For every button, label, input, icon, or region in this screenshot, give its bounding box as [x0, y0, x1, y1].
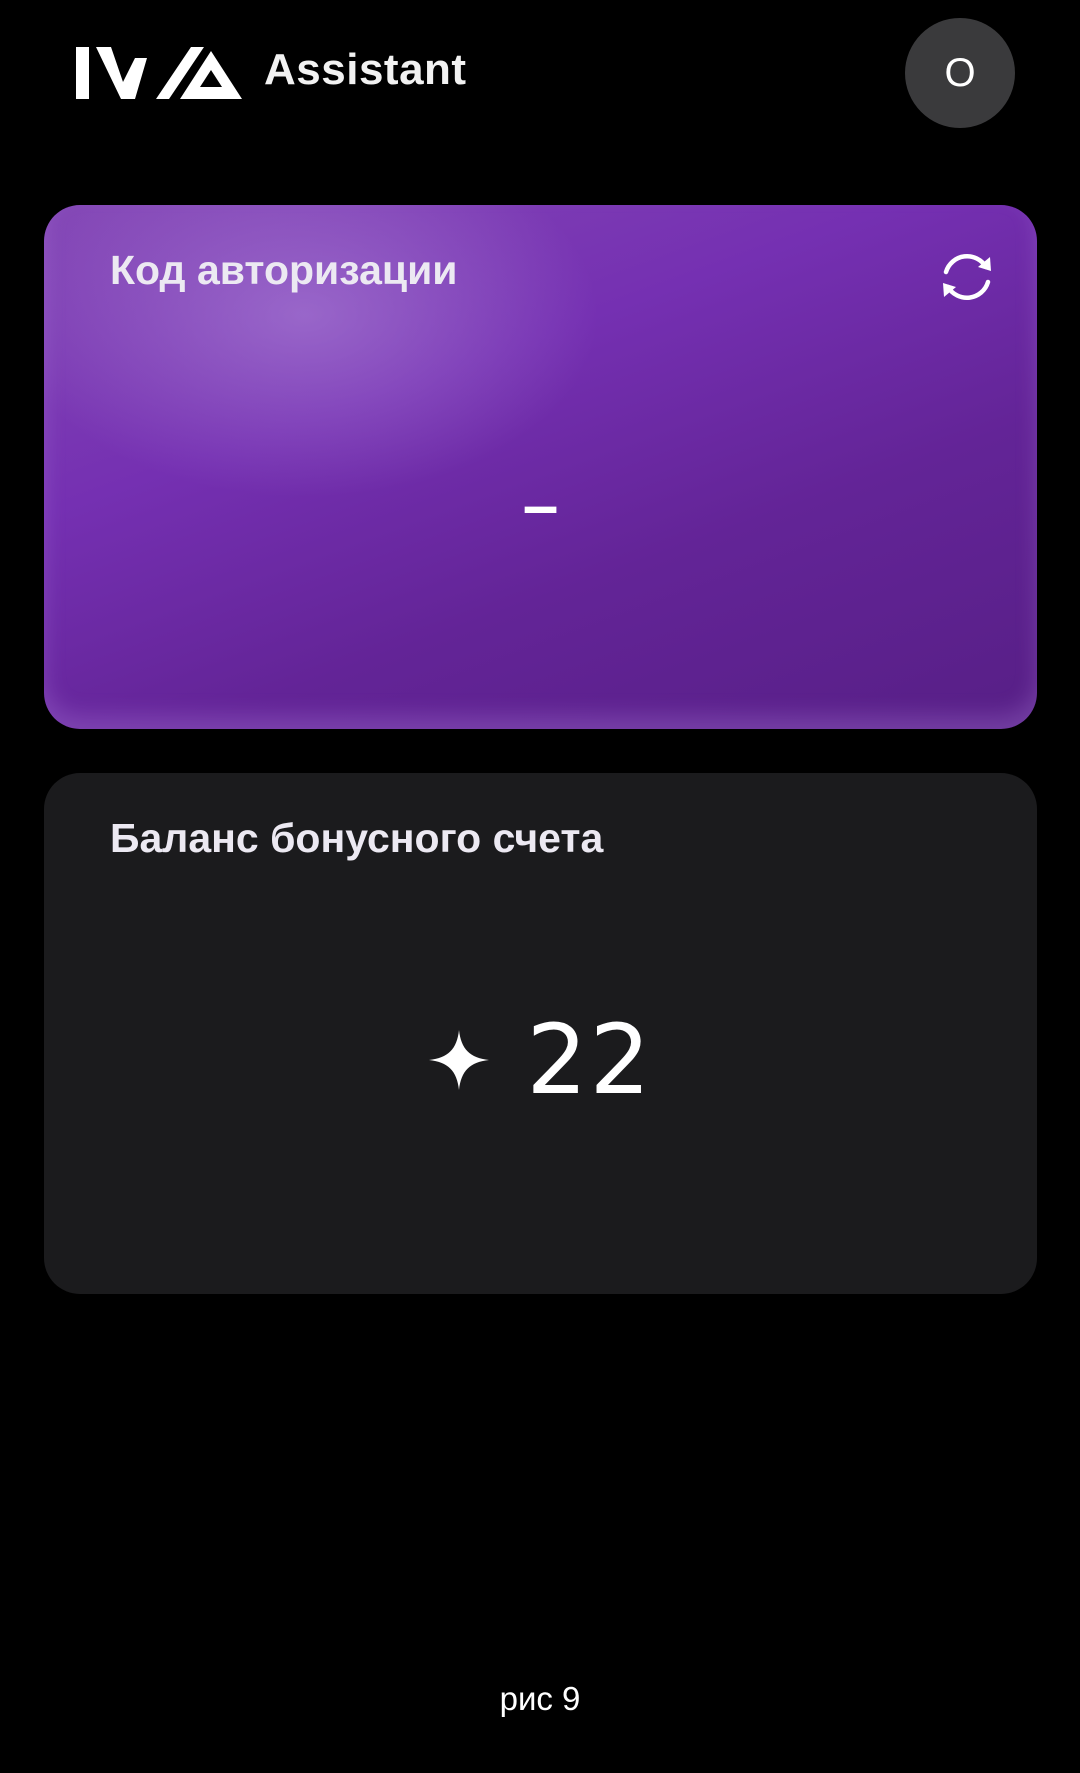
header: Assistant O	[0, 0, 1080, 150]
figure-caption: рис 9	[499, 1680, 581, 1717]
refresh-icon[interactable]	[935, 245, 999, 309]
iwa-logo-icon	[76, 47, 242, 99]
app-title: Assistant	[264, 45, 467, 94]
auth-card-title: Код авторизации	[110, 247, 458, 293]
balance-card-title: Баланс бонусного счета	[110, 815, 604, 861]
bonus-balance-card: Баланс бонусного счета 22	[44, 773, 1037, 1294]
auth-code-card: Код авторизации –	[44, 205, 1037, 729]
avatar[interactable]: O	[905, 18, 1015, 128]
star-icon	[429, 1030, 490, 1090]
balance-value: 22	[526, 1004, 653, 1116]
balance-row: 22	[44, 1005, 1037, 1115]
auth-code-value: –	[522, 469, 559, 541]
